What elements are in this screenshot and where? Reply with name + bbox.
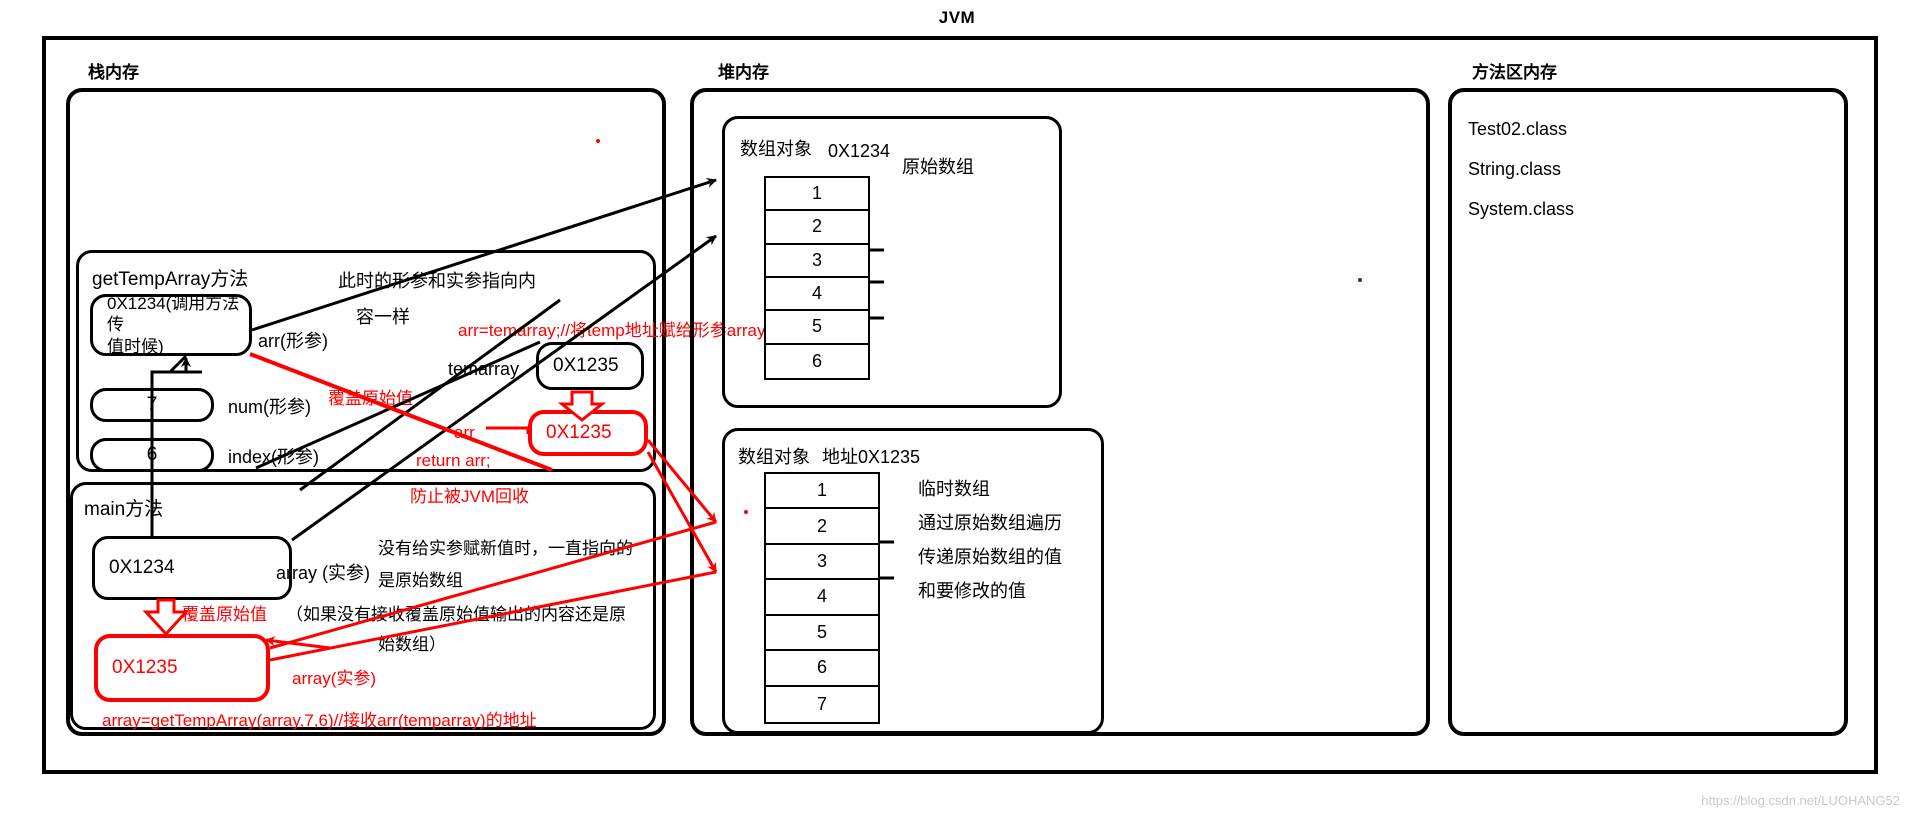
main-note-line-0: 没有给实参赋新值时，一直指向的 bbox=[378, 539, 633, 558]
temp-array-cell: 4 bbox=[766, 580, 878, 616]
gettemparray-num-box: 7 bbox=[90, 388, 214, 422]
temparray-label: temarray bbox=[448, 359, 520, 379]
same-reference-note-line1: 此时的形参和实参指向内 bbox=[338, 271, 536, 291]
original-array-cell: 3 bbox=[766, 245, 868, 278]
gettemparray-arr-box-line1: 0X1234(调用方法传 bbox=[107, 294, 240, 335]
original-array-cell: 1 bbox=[766, 178, 868, 212]
main-result-box-label: array(实参) bbox=[292, 669, 377, 688]
diagram-title: JVM bbox=[938, 8, 976, 27]
gettemparray-arr-box: 0X1234(调用方法传 值时候) bbox=[90, 294, 252, 356]
temp-array-cell: 3 bbox=[766, 545, 878, 581]
diagram-canvas: JVM 栈内存 getTempArray方法 0X1234(调用方法传 值时候)… bbox=[0, 0, 1914, 814]
main-array-box-value: 0X1234 bbox=[109, 557, 175, 579]
heap-memory-label: 堆内存 bbox=[718, 63, 769, 82]
stray-black-dot bbox=[1358, 278, 1362, 282]
main-array-box-label: array (实参) bbox=[276, 563, 370, 583]
main-note-line-1: 是原始数组 bbox=[378, 571, 463, 590]
gettemparray-index-label: index(形参) bbox=[228, 447, 320, 467]
main-method-title: main方法 bbox=[84, 499, 164, 520]
method-area-class-1: String.class bbox=[1468, 159, 1562, 179]
overwrite-original-label-lower: 覆盖原始值 bbox=[182, 605, 267, 624]
method-area-class-2: System.class bbox=[1468, 199, 1575, 219]
arr-result-box: 0X1235 bbox=[528, 410, 648, 456]
gettemparray-index-value: 6 bbox=[146, 444, 158, 466]
main-result-box: 0X1235 bbox=[94, 634, 270, 702]
temp-array-red-dot bbox=[744, 510, 748, 514]
temp-array-address: 地址0X1235 bbox=[822, 447, 921, 467]
arr-pointer-label: arr bbox=[454, 423, 475, 442]
original-array-cell: 5 bbox=[766, 311, 868, 345]
original-array-object-label: 数组对象 bbox=[740, 139, 812, 159]
arr-result-box-value: 0X1235 bbox=[546, 422, 612, 444]
watermark: https://blog.csdn.net/LUOHANG52 bbox=[1701, 793, 1900, 808]
main-array-box: 0X1234 bbox=[92, 536, 292, 600]
temp-array-object-label: 数组对象 bbox=[738, 447, 810, 467]
main-note-line-2: （如果没有接收覆盖原始值输出的内容还是原 bbox=[286, 605, 626, 624]
original-array-caption: 原始数组 bbox=[902, 157, 974, 177]
stack-memory-label: 栈内存 bbox=[88, 63, 139, 82]
gettemparray-arr-box-line2: 值时候) bbox=[107, 336, 164, 356]
original-array-cell: 4 bbox=[766, 278, 868, 312]
method-area-label: 方法区内存 bbox=[1472, 63, 1557, 82]
original-array-cell: 6 bbox=[811, 350, 822, 371]
main-note-line-3: 始数组） bbox=[378, 635, 446, 654]
method-area-panel bbox=[1448, 88, 1848, 736]
temparray-box-value: 0X1235 bbox=[553, 355, 619, 377]
temp-array-cell: 1 bbox=[766, 474, 878, 510]
temp-array-cell: 6 bbox=[766, 651, 878, 687]
temp-array-cell: 2 bbox=[766, 509, 878, 545]
original-array-address: 0X1234 bbox=[828, 141, 891, 161]
get-temp-array-title: getTempArray方法 bbox=[92, 269, 249, 290]
method-area-class-0: Test02.class bbox=[1468, 119, 1568, 139]
temparray-box: 0X1235 bbox=[536, 342, 644, 390]
original-array-cells: 12345 6 bbox=[764, 176, 870, 380]
temp-array-note-0: 临时数组 bbox=[918, 479, 990, 499]
gettemparray-num-label: num(形参) bbox=[228, 397, 312, 417]
temp-array-cell: 7 bbox=[816, 693, 827, 714]
same-reference-note-line2: 容一样 bbox=[356, 307, 410, 327]
temp-array-note-1: 通过原始数组遍历 bbox=[918, 513, 1062, 533]
overwrite-original-label-upper: 覆盖原始值 bbox=[328, 389, 413, 408]
return-arr-statement: return arr; bbox=[416, 451, 491, 470]
gettemparray-arr-box-label: arr(形参) bbox=[258, 331, 328, 351]
gettemparray-num-value: 7 bbox=[146, 394, 158, 416]
main-assign-comment: array=getTempArray(array,7,6)//接收arr(tem… bbox=[102, 711, 537, 730]
temp-array-cells: 123456 7 bbox=[764, 472, 880, 724]
main-result-box-value: 0X1235 bbox=[112, 657, 178, 679]
original-array-cell: 2 bbox=[766, 211, 868, 245]
gettemparray-index-box: 6 bbox=[90, 438, 214, 472]
temp-array-note-2: 传递原始数组的值 bbox=[918, 547, 1062, 567]
temp-array-note-3: 和要修改的值 bbox=[918, 581, 1026, 601]
temp-array-cell: 5 bbox=[766, 616, 878, 652]
stray-red-dot bbox=[596, 139, 600, 143]
